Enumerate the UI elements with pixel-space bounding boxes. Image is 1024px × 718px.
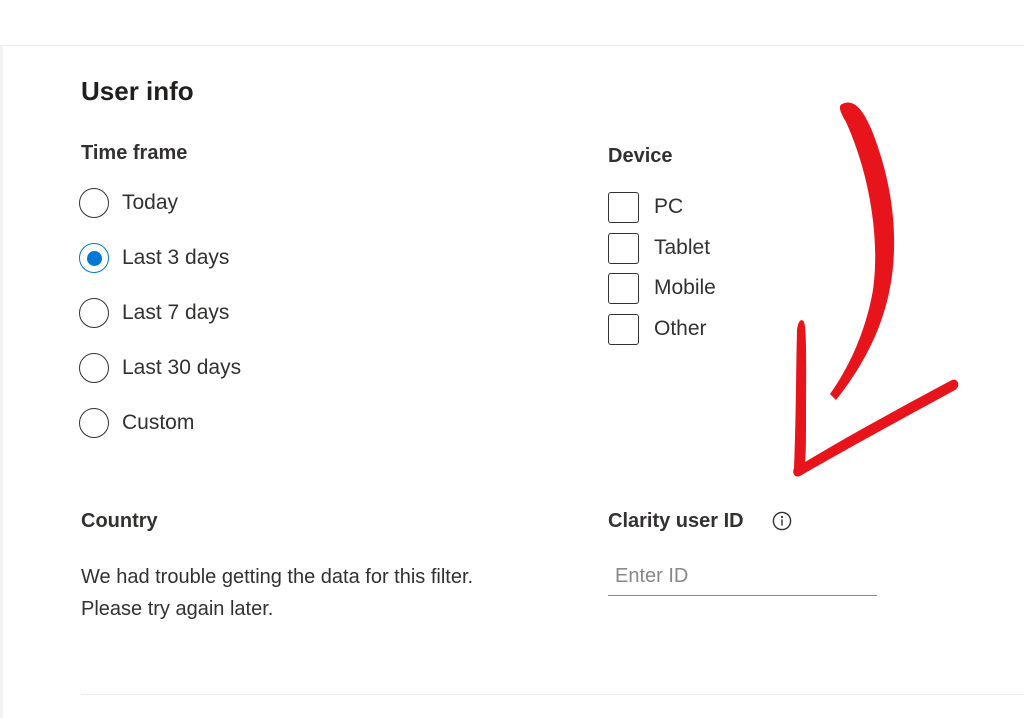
radio-button-selected[interactable]	[79, 243, 109, 273]
divider	[81, 694, 1024, 695]
checkbox-other[interactable]: Other	[608, 313, 707, 345]
country-label: Country	[81, 510, 158, 532]
user-info-title: User info	[81, 76, 194, 106]
radio-label: Last 3 days	[122, 246, 230, 269]
radio-last-30-days[interactable]: Last 30 days	[79, 351, 241, 385]
country-error-message: We had trouble getting the data for this…	[81, 566, 474, 620]
checkbox-tablet[interactable]: Tablet	[608, 232, 710, 264]
device-label: Device	[608, 145, 673, 167]
clarity-user-id-input[interactable]	[608, 558, 877, 596]
radio-button[interactable]	[79, 188, 109, 218]
radio-button[interactable]	[79, 353, 109, 383]
checkbox[interactable]	[608, 191, 639, 223]
checkbox-label: Mobile	[654, 276, 716, 299]
checkbox-label: Other	[654, 317, 707, 340]
radio-selected-dot	[86, 250, 102, 266]
checkbox[interactable]	[608, 272, 639, 304]
radio-label: Custom	[122, 411, 195, 434]
checkbox-pc[interactable]: PC	[608, 191, 683, 223]
filters-page: User info Time frame Today Last 3 days L…	[0, 0, 1024, 718]
checkbox-mobile[interactable]: Mobile	[608, 272, 716, 304]
top-bar	[0, 0, 1024, 46]
radio-button[interactable]	[79, 298, 109, 328]
checkbox[interactable]	[608, 313, 639, 345]
checkbox-label: Tablet	[654, 236, 711, 259]
time-frame-label: Time frame	[81, 142, 188, 164]
radio-label: Last 7 days	[122, 301, 230, 324]
radio-last-7-days[interactable]: Last 7 days	[79, 296, 229, 330]
checkbox[interactable]	[608, 232, 639, 264]
panel-edge	[0, 45, 3, 718]
info-icon[interactable]	[772, 511, 792, 531]
radio-label: Today	[122, 191, 179, 214]
radio-label: Last 30 days	[122, 356, 242, 379]
radio-today[interactable]: Today	[79, 186, 178, 220]
radio-last-3-days[interactable]: Last 3 days	[79, 241, 229, 275]
checkbox-label: PC	[654, 195, 684, 218]
clarity-user-id-label: Clarity user ID	[608, 510, 744, 532]
radio-button[interactable]	[79, 408, 109, 438]
radio-custom[interactable]: Custom	[79, 406, 194, 440]
